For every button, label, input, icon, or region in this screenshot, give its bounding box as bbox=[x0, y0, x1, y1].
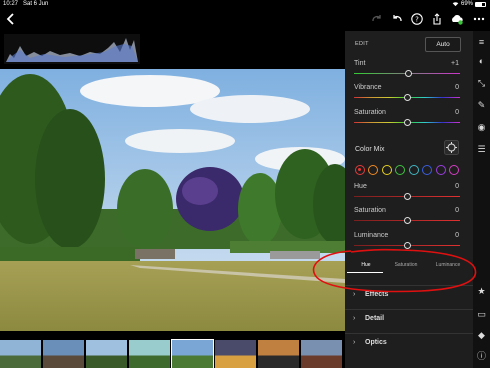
section-optics[interactable]: › Optics bbox=[345, 333, 473, 351]
color-swatch[interactable] bbox=[408, 165, 419, 175]
filmstrip-thumbnail[interactable] bbox=[86, 340, 127, 368]
color-swatch[interactable] bbox=[368, 165, 379, 175]
status-bar: 10:27 Sat 6 Jun 69% bbox=[0, 0, 490, 9]
tab-saturation[interactable]: Saturation bbox=[385, 262, 427, 268]
filmstrip bbox=[0, 339, 345, 368]
color-mix-label: Color Mix bbox=[355, 146, 385, 153]
tab-hue[interactable]: Hue bbox=[345, 262, 387, 268]
slider-value: 0 bbox=[455, 207, 459, 214]
slider-value: 0 bbox=[455, 232, 459, 239]
filmstrip-thumbnail[interactable] bbox=[43, 340, 84, 368]
presets-icon[interactable]: ◐ bbox=[476, 56, 487, 67]
color-swatch[interactable] bbox=[395, 165, 406, 175]
color-swatch[interactable] bbox=[422, 165, 433, 175]
slider-label: Luminance bbox=[354, 232, 389, 239]
more-icon[interactable] bbox=[472, 12, 486, 26]
slider-thumb[interactable] bbox=[403, 119, 411, 126]
slider-vibrance[interactable]: Vibrance 0 bbox=[354, 84, 460, 106]
filmstrip-thumbnail[interactable] bbox=[301, 340, 342, 368]
sliders-icon[interactable]: ≡ bbox=[476, 37, 487, 48]
tag-icon[interactable]: ◆ bbox=[476, 330, 487, 341]
slider-label: Saturation bbox=[354, 207, 386, 214]
star-icon[interactable]: ★ bbox=[476, 286, 487, 297]
cloud-sync-icon[interactable] bbox=[450, 12, 464, 26]
help-icon[interactable]: ? bbox=[410, 12, 424, 26]
color-swatch[interactable] bbox=[381, 165, 392, 175]
slider-thumb[interactable] bbox=[403, 94, 411, 101]
filmstrip-thumbnail[interactable] bbox=[0, 340, 41, 368]
color-swatches bbox=[355, 165, 459, 175]
panel-header: EDIT Auto bbox=[345, 31, 473, 57]
slider-thumb[interactable] bbox=[404, 70, 412, 77]
status-time: 10:27 bbox=[3, 1, 19, 7]
slider-thumb[interactable] bbox=[403, 217, 411, 224]
section-title: Effects bbox=[365, 291, 389, 298]
battery-icon bbox=[475, 1, 486, 7]
slider-label: Vibrance bbox=[354, 84, 382, 91]
slider-thumb[interactable] bbox=[403, 242, 411, 249]
status-right: 69% bbox=[452, 1, 486, 7]
profile-icon[interactable]: ☰ bbox=[476, 144, 487, 155]
filmstrip-thumbnail[interactable] bbox=[215, 340, 256, 368]
slider-saturation[interactable]: Saturation 0 bbox=[354, 109, 460, 131]
auto-button[interactable]: Auto bbox=[425, 37, 461, 52]
slider-label: Saturation bbox=[354, 109, 386, 116]
photo-canvas bbox=[0, 31, 345, 336]
filmstrip-thumbnail[interactable] bbox=[258, 340, 299, 368]
slider-value: +1 bbox=[451, 60, 459, 67]
target-adjust-icon[interactable] bbox=[444, 140, 459, 155]
top-toolbar: ? bbox=[0, 9, 490, 31]
filmstrip-thumbnail[interactable] bbox=[171, 339, 214, 368]
healing-icon[interactable]: ✎ bbox=[476, 100, 487, 111]
color-mix-tabs: Hue Saturation Luminance bbox=[345, 260, 473, 274]
chevron-right-icon: › bbox=[353, 339, 356, 346]
slider-thumb[interactable] bbox=[403, 193, 411, 200]
slider-label: Tint bbox=[354, 60, 366, 67]
slider-value: 0 bbox=[455, 84, 459, 91]
chevron-right-icon: › bbox=[353, 291, 356, 298]
chevron-right-icon: › bbox=[353, 315, 356, 322]
color-swatch[interactable] bbox=[355, 165, 365, 175]
slider-tint[interactable]: Tint +1 bbox=[354, 60, 460, 82]
slider-value: 0 bbox=[455, 109, 459, 116]
selective-icon[interactable]: ◉ bbox=[476, 122, 487, 133]
landscape-photo bbox=[0, 69, 345, 331]
edit-label: EDIT bbox=[355, 41, 369, 47]
section-title: Detail bbox=[365, 315, 385, 322]
filmstrip-thumbnail[interactable] bbox=[129, 340, 170, 368]
color-swatch[interactable] bbox=[448, 165, 459, 175]
status-date: Sat 6 Jun bbox=[23, 1, 49, 7]
comment-icon[interactable]: ▭ bbox=[476, 309, 487, 320]
crop-icon[interactable]: ⤡ bbox=[476, 78, 487, 89]
histogram bbox=[4, 34, 140, 64]
wifi-icon bbox=[452, 2, 459, 7]
chevron-left-icon[interactable] bbox=[4, 11, 18, 27]
svg-text:?: ? bbox=[415, 16, 419, 24]
right-tool-rail: ≡ ◐ ⤡ ✎ ◉ ☰ ★ ▭ ◆ ⓘ bbox=[473, 31, 490, 368]
section-title: Optics bbox=[365, 339, 387, 346]
color-swatch[interactable] bbox=[435, 165, 446, 175]
slider-value: 0 bbox=[455, 183, 459, 190]
redo-icon[interactable] bbox=[370, 12, 384, 26]
undo-icon[interactable] bbox=[390, 12, 404, 26]
tab-luminance[interactable]: Luminance bbox=[427, 262, 469, 268]
slider-hue[interactable]: Hue 0 bbox=[354, 183, 460, 205]
section-effects[interactable]: › Effects bbox=[345, 285, 473, 303]
slider-luminance[interactable]: Luminance 0 bbox=[354, 232, 460, 254]
active-tab-indicator bbox=[347, 272, 383, 273]
slider-label: Hue bbox=[354, 183, 367, 190]
battery-percent: 69% bbox=[460, 1, 473, 7]
slider-saturation[interactable]: Saturation 0 bbox=[354, 207, 460, 229]
share-icon[interactable] bbox=[430, 12, 444, 26]
section-detail[interactable]: › Detail bbox=[345, 309, 473, 327]
info-icon[interactable]: ⓘ bbox=[476, 351, 487, 362]
edit-panel: EDIT Auto Tint +1 Vibrance 0 Saturation 0 Col… bbox=[345, 31, 473, 368]
